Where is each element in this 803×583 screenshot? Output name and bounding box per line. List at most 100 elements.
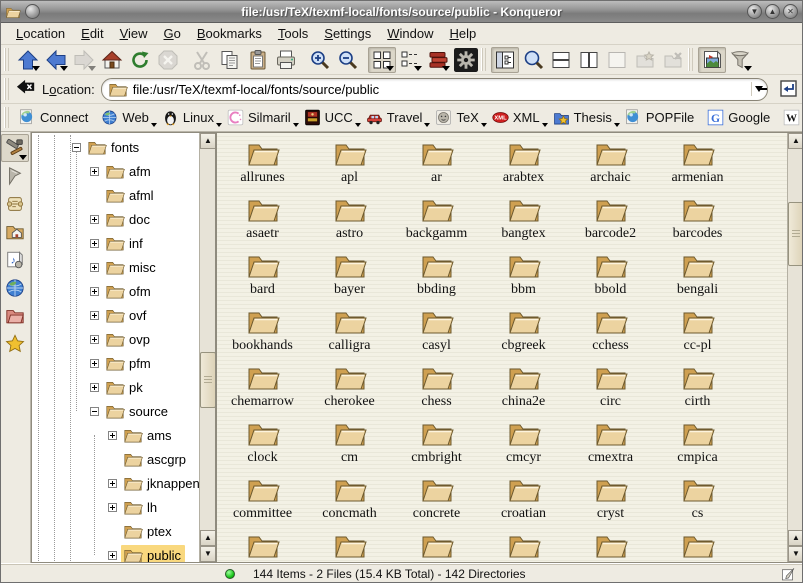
maximize-button[interactable]: ▲ (765, 4, 780, 19)
find-file-button[interactable] (519, 47, 547, 73)
view-scrollbar[interactable]: ▲ ▲ ▼ (787, 133, 803, 562)
bookmark-connect[interactable]: Connect (14, 106, 96, 129)
folder-item-partial[interactable] (219, 530, 306, 563)
folder-item-cm[interactable]: cm (306, 418, 393, 474)
tree-item-ascgrp[interactable]: ascgrp (32, 447, 199, 471)
bookmark-google[interactable]: GGoogle (702, 106, 778, 129)
tree-item-afm[interactable]: afm (32, 159, 199, 183)
tree-item-doc[interactable]: doc (32, 207, 199, 231)
tree-item-source[interactable]: source (32, 399, 199, 423)
cut-button[interactable] (188, 47, 216, 73)
up-button[interactable] (14, 47, 42, 73)
tree-item-pfm[interactable]: pfm (32, 351, 199, 375)
new-tab-button[interactable] (631, 47, 659, 73)
back-button[interactable] (42, 47, 70, 73)
bookmarks-star-button[interactable] (1, 330, 29, 358)
tree-item-public[interactable]: public (32, 543, 199, 562)
tree-item-content[interactable]: public (121, 545, 185, 562)
tree-item-jknappen[interactable]: jknappen (32, 471, 199, 495)
toolbar-handle[interactable] (688, 48, 695, 71)
toolbar-handle[interactable] (4, 107, 11, 129)
menu-tools[interactable]: Tools (271, 24, 315, 43)
folder-item-partial[interactable] (654, 530, 741, 563)
scroll-down-button[interactable]: ▼ (788, 546, 803, 562)
folder-item-ar[interactable]: ar (393, 138, 480, 194)
tree-item-content[interactable]: ovp (103, 329, 154, 349)
go-button[interactable] (774, 76, 802, 102)
folder-item-archaic[interactable]: archaic (567, 138, 654, 194)
folder-item-concrete[interactable]: concrete (393, 474, 480, 530)
tree-item-ams[interactable]: ams (32, 423, 199, 447)
home-button[interactable] (98, 47, 126, 73)
expand-plus-icon[interactable] (108, 503, 117, 512)
folder-item-armenian[interactable]: armenian (654, 138, 741, 194)
location-input[interactable]: file:/usr/TeX/texmf-local/fonts/source/p… (133, 82, 746, 97)
tree-item-ofm[interactable]: ofm (32, 279, 199, 303)
expand-plus-icon[interactable] (90, 167, 99, 176)
konqueror-gear-button[interactable] (452, 47, 480, 73)
tree-item-content[interactable]: afml (103, 185, 158, 205)
tree-item-content[interactable]: ascgrp (121, 449, 190, 469)
expand-plus-icon[interactable] (108, 479, 117, 488)
location-combobox[interactable]: file:/usr/TeX/texmf-local/fonts/source/p… (101, 78, 768, 101)
split-view-top-bottom-button[interactable] (547, 47, 575, 73)
split-view-left-right-button[interactable] (575, 47, 603, 73)
close-tab-button[interactable] (659, 47, 687, 73)
folder-item-partial[interactable] (480, 530, 567, 563)
services-button[interactable]: ♪ (1, 246, 29, 274)
collapse-minus-icon[interactable] (72, 143, 81, 152)
folder-item-cmbright[interactable]: cmbright (393, 418, 480, 474)
folder-item-bbold[interactable]: bbold (567, 250, 654, 306)
toolbar-handle[interactable] (481, 48, 488, 71)
folder-item-allrunes[interactable]: allrunes (219, 138, 306, 194)
folder-item-cryst[interactable]: cryst (567, 474, 654, 530)
folder-item-cmpica[interactable]: cmpica (654, 418, 741, 474)
paste-button[interactable] (244, 47, 272, 73)
icon-view-mode-button[interactable] (368, 47, 396, 73)
reload-button[interactable] (126, 47, 154, 73)
bookmark-wikipedia[interactable]: WWikipedia (778, 106, 803, 129)
bookmark-xml[interactable]: XMLXML (487, 106, 548, 129)
tree-item-inf[interactable]: inf (32, 231, 199, 255)
tree-item-content[interactable]: misc (103, 257, 160, 277)
bookmarks-flag-button[interactable] (1, 162, 29, 190)
folder-item-cs[interactable]: cs (654, 474, 741, 530)
home-folder-button[interactable] (1, 218, 29, 246)
menu-help[interactable]: Help (443, 24, 484, 43)
expand-plus-icon[interactable] (90, 263, 99, 272)
copy-button[interactable] (216, 47, 244, 73)
expand-plus-icon[interactable] (90, 359, 99, 368)
folder-item-croatian[interactable]: croatian (480, 474, 567, 530)
tree-item-content[interactable]: ofm (103, 281, 155, 301)
tree-item-ovp[interactable]: ovp (32, 327, 199, 351)
tree-item-ovf[interactable]: ovf (32, 303, 199, 327)
menu-window[interactable]: Window (380, 24, 440, 43)
folder-item-arabtex[interactable]: arabtex (480, 138, 567, 194)
list-view-mode-button[interactable] (396, 47, 424, 73)
folder-item-cchess[interactable]: cchess (567, 306, 654, 362)
expand-plus-icon[interactable] (90, 287, 99, 296)
bookmark-travel[interactable]: Travel (361, 106, 431, 129)
folder-item-astro[interactable]: astro (306, 194, 393, 250)
clear-location-button[interactable] (14, 76, 38, 102)
bookmark-linux[interactable]: Linux (157, 106, 222, 129)
tree-item-afml[interactable]: afml (32, 183, 199, 207)
scrollbar-thumb[interactable] (788, 202, 803, 266)
expand-plus-icon[interactable] (90, 383, 99, 392)
expand-plus-icon[interactable] (90, 311, 99, 320)
bookmark-tex[interactable]: TeX (430, 106, 486, 129)
sticky-button[interactable] (25, 4, 40, 19)
tree-item-content[interactable]: doc (103, 209, 154, 229)
folder-item-bengali[interactable]: bengali (654, 250, 741, 306)
tree-scrollbar[interactable]: ▲ ▲ ▼ (199, 133, 215, 562)
folder-item-concmath[interactable]: concmath (306, 474, 393, 530)
active-view-indicator-icon[interactable] (781, 567, 796, 582)
folder-item-asaetr[interactable]: asaetr (219, 194, 306, 250)
folder-item-cbgreek[interactable]: cbgreek (480, 306, 567, 362)
tree-item-content[interactable]: lh (121, 497, 161, 517)
history-button[interactable] (1, 190, 29, 218)
folder-item-partial[interactable] (306, 530, 393, 563)
tree-item-lh[interactable]: lh (32, 495, 199, 519)
scroll-up-button[interactable]: ▲ (200, 133, 216, 149)
tree-item-content[interactable]: inf (103, 233, 147, 253)
